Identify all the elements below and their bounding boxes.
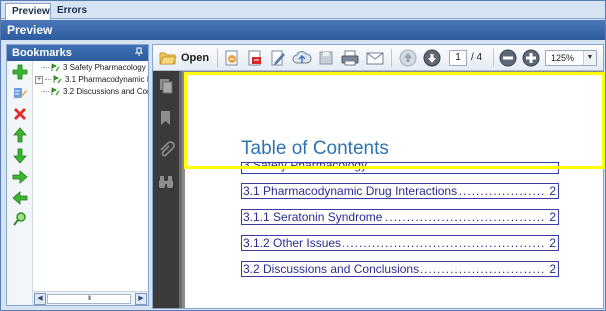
zoom-select[interactable]: 125% ▼ — [545, 50, 597, 66]
toc-entry[interactable]: ........................................… — [242, 236, 558, 250]
binoculars-icon[interactable] — [157, 173, 175, 191]
preview-panel-title: Preview — [1, 20, 605, 40]
find-bookmark-icon[interactable] — [12, 211, 28, 227]
bookmarks-panel: Bookmarks 3 Safety Pharmacology + 3.1 Ph… — [6, 44, 149, 306]
viewer-side-rail — [153, 71, 179, 308]
edit-bookmark-icon[interactable] — [12, 85, 28, 101]
print-icon[interactable] — [340, 49, 360, 67]
toc-entry[interactable]: ........................................… — [242, 184, 558, 198]
toc-entry[interactable]: 3 Safety Pharmacology — [242, 163, 558, 172]
toc-entry[interactable]: ........................................… — [242, 210, 558, 224]
open-button[interactable]: Open — [157, 49, 211, 67]
page-total: / 4 — [471, 52, 483, 63]
pdf-icon[interactable] — [246, 49, 264, 67]
indent-right-icon[interactable] — [12, 169, 28, 185]
expand-icon[interactable]: + — [35, 75, 43, 84]
move-up-icon[interactable] — [12, 127, 28, 143]
bookmark-icon — [53, 75, 62, 84]
tab-preview[interactable]: Preview — [5, 3, 51, 20]
bookmark-tree: 3 Safety Pharmacology +3.1 Pharmacodynam… — [33, 61, 148, 291]
previous-page-icon[interactable] — [399, 49, 417, 67]
toc-link-box[interactable]: ........................................… — [241, 183, 559, 199]
bookmark-icon — [51, 87, 60, 96]
attachment-icon[interactable] — [157, 141, 175, 159]
zoom-in-icon[interactable] — [522, 49, 540, 67]
toc-title: Table of Contents — [241, 138, 389, 159]
move-down-icon[interactable] — [12, 148, 28, 164]
chevron-down-icon[interactable]: ▼ — [583, 51, 596, 65]
scroll-right-icon[interactable]: ▶ — [135, 293, 147, 305]
email-icon[interactable] — [365, 49, 385, 67]
add-bookmark-icon[interactable] — [12, 64, 28, 80]
bookmark-icon — [51, 63, 60, 72]
edit-document-icon[interactable] — [269, 49, 287, 67]
save-icon[interactable] — [317, 49, 335, 67]
tab-errors[interactable]: Errors — [51, 3, 91, 19]
toc-link-box[interactable]: ........................................… — [241, 235, 559, 251]
bookmark-tools — [7, 61, 33, 305]
indent-left-icon[interactable] — [12, 190, 28, 206]
viewer-toolbar: Open 1 / 4 125% ▼ — [153, 45, 603, 71]
upload-cloud-icon[interactable] — [292, 49, 312, 67]
tab-bar: Preview Errors — [1, 1, 605, 20]
document-page: Table of Contents 3 Safety Pharmacology … — [185, 73, 603, 308]
next-page-icon[interactable] — [423, 49, 441, 67]
tree-item[interactable]: 3 Safety Pharmacology — [43, 62, 146, 74]
toc-link-box[interactable]: ........................................… — [241, 209, 559, 225]
export-icon[interactable] — [223, 49, 241, 67]
tree-item[interactable]: +3.1 Pharmacodynamic Drug Interactions — [35, 74, 148, 86]
document-viewer: Open 1 / 4 125% ▼ Table of Contents 3 Sa… — [152, 44, 604, 309]
bookmarks-title: Bookmarks — [12, 47, 72, 59]
pin-icon[interactable] — [134, 47, 144, 57]
page-number-input[interactable]: 1 — [449, 50, 467, 66]
application-window: Preview Errors Preview Bookmarks 3 Safet… — [0, 0, 606, 311]
bookmarks-header: Bookmarks — [7, 45, 148, 61]
toc-link-box[interactable]: ........................................… — [241, 261, 559, 277]
bookmarks-panel-icon[interactable] — [157, 109, 175, 127]
tree-item[interactable]: 3.2 Discussions and Conclusions — [43, 86, 148, 98]
delete-bookmark-icon[interactable] — [12, 106, 28, 122]
pages-icon[interactable] — [157, 77, 175, 95]
folder-open-icon — [159, 50, 177, 72]
zoom-out-icon[interactable] — [499, 49, 517, 67]
scrollbar-thumb[interactable]: III — [47, 294, 131, 304]
toc-link-box[interactable]: 3 Safety Pharmacology — [241, 162, 559, 174]
scroll-left-icon[interactable]: ◀ — [34, 293, 46, 305]
toc-entry[interactable]: ........................................… — [242, 262, 558, 276]
horizontal-scrollbar[interactable]: ◀ III ▶ — [33, 291, 148, 305]
